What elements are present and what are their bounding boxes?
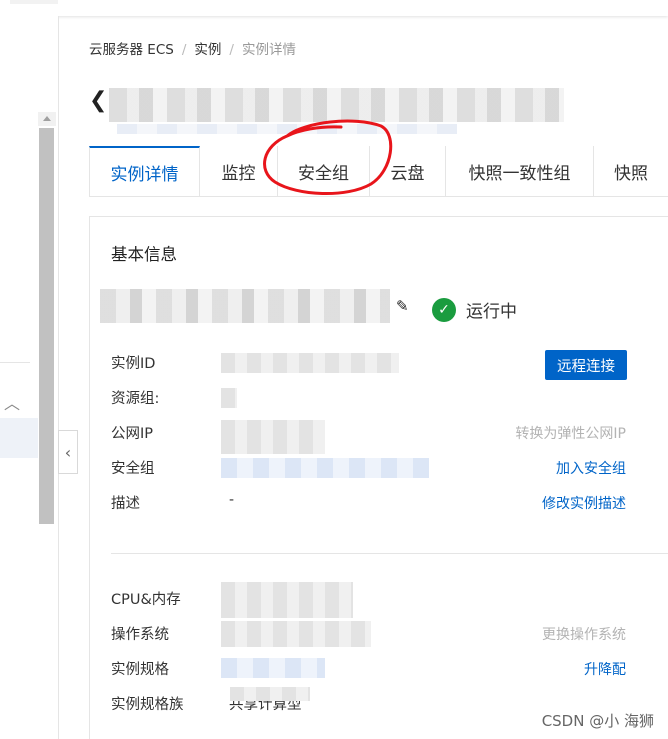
scrollbar-up-arrow[interactable] (38, 112, 56, 126)
tab-snapshots[interactable]: 快照 (594, 146, 668, 196)
left-sidebar: ︿ (0, 16, 59, 739)
status-text: 运行中 (466, 302, 517, 322)
check-circle-icon: ✓ (432, 297, 456, 322)
label-instance-id: 实例ID (111, 356, 156, 372)
label-instance-family: 实例规格族 (111, 697, 184, 713)
breadcrumb-item-instances[interactable]: 实例 (194, 42, 221, 58)
scrollbar-thumb[interactable] (39, 128, 54, 524)
section-divider (111, 553, 668, 554)
breadcrumb-separator: / (181, 42, 187, 58)
chevron-left-icon: ‹ (64, 442, 72, 462)
triangle-up-icon (43, 116, 51, 121)
security-group-redacted[interactable] (221, 458, 429, 478)
watermark: CSDN @小 海狮 (541, 712, 654, 730)
edit-icon[interactable]: ✎ (396, 297, 409, 315)
breadcrumb: 云服务器 ECS / 实例 / 实例详情 (89, 38, 296, 58)
back-arrow-icon[interactable]: ❮ (89, 90, 107, 112)
change-os-link[interactable]: 更换操作系统 (542, 624, 626, 644)
breadcrumb-separator: / (229, 42, 234, 58)
label-cpu-memory: CPU&内存 (111, 592, 181, 608)
label-instance-type: 实例规格 (111, 662, 169, 678)
main-content: 云服务器 ECS / 实例 / 实例详情 ❮ 实例详情 监控 安全组 云盘 快照一致性组… (89, 0, 668, 739)
sidebar-active-item[interactable] (0, 418, 38, 458)
breadcrumb-item-current: 实例详情 (241, 42, 296, 58)
instance-type-redacted[interactable] (221, 658, 325, 678)
remote-connect-button[interactable]: 远程连接 (545, 350, 627, 380)
instance-family-redacted (230, 687, 310, 701)
tab-cloud-disk[interactable]: 云盘 (370, 146, 446, 196)
tab-security-group[interactable]: 安全组 (278, 146, 370, 196)
page-title-redacted (109, 88, 564, 122)
tab-bar: 实例详情 监控 安全组 云盘 快照一致性组 快照 (89, 146, 668, 197)
status-badge: ✓ 运行中 (432, 297, 517, 322)
card-title: 基本信息 (111, 245, 177, 264)
join-security-group-link[interactable]: 加入安全组 (556, 458, 626, 478)
instance-id-redacted (221, 353, 399, 373)
page-subtitle-redacted (117, 124, 457, 134)
label-description: 描述 (111, 496, 140, 512)
label-resource-group: 资源组: (111, 391, 160, 407)
upgrade-downgrade-link[interactable]: 升降配 (584, 659, 626, 679)
tab-snapshot-consistency-group[interactable]: 快照一致性组 (446, 146, 594, 196)
cpu-memory-redacted (221, 582, 353, 618)
public-ip-redacted (221, 420, 325, 454)
tab-instance-details[interactable]: 实例详情 (89, 146, 200, 196)
label-public-ip: 公网IP (111, 426, 154, 442)
description-value: - (229, 492, 235, 508)
os-redacted (221, 621, 371, 647)
edit-description-link[interactable]: 修改实例描述 (542, 493, 626, 513)
convert-to-eip-link[interactable]: 转换为弹性公网IP (515, 423, 626, 443)
basic-info-card: 基本信息 ✎ ✓ 运行中 实例ID 远程连接 资源组: 公网IP 转换为弹性公网… (89, 216, 668, 739)
label-security-group: 安全组 (111, 461, 155, 477)
label-os: 操作系统 (111, 627, 169, 643)
tab-monitoring[interactable]: 监控 (200, 146, 278, 196)
breadcrumb-item-ecs[interactable]: 云服务器 ECS (89, 42, 174, 58)
top-bar-block (10, 0, 58, 4)
resource-group-redacted (221, 388, 237, 408)
chevron-up-icon[interactable]: ︿ (4, 390, 20, 414)
instance-name-redacted (100, 289, 390, 323)
sidebar-divider (0, 362, 30, 363)
sidebar-collapse-button[interactable]: ‹ (58, 430, 78, 474)
